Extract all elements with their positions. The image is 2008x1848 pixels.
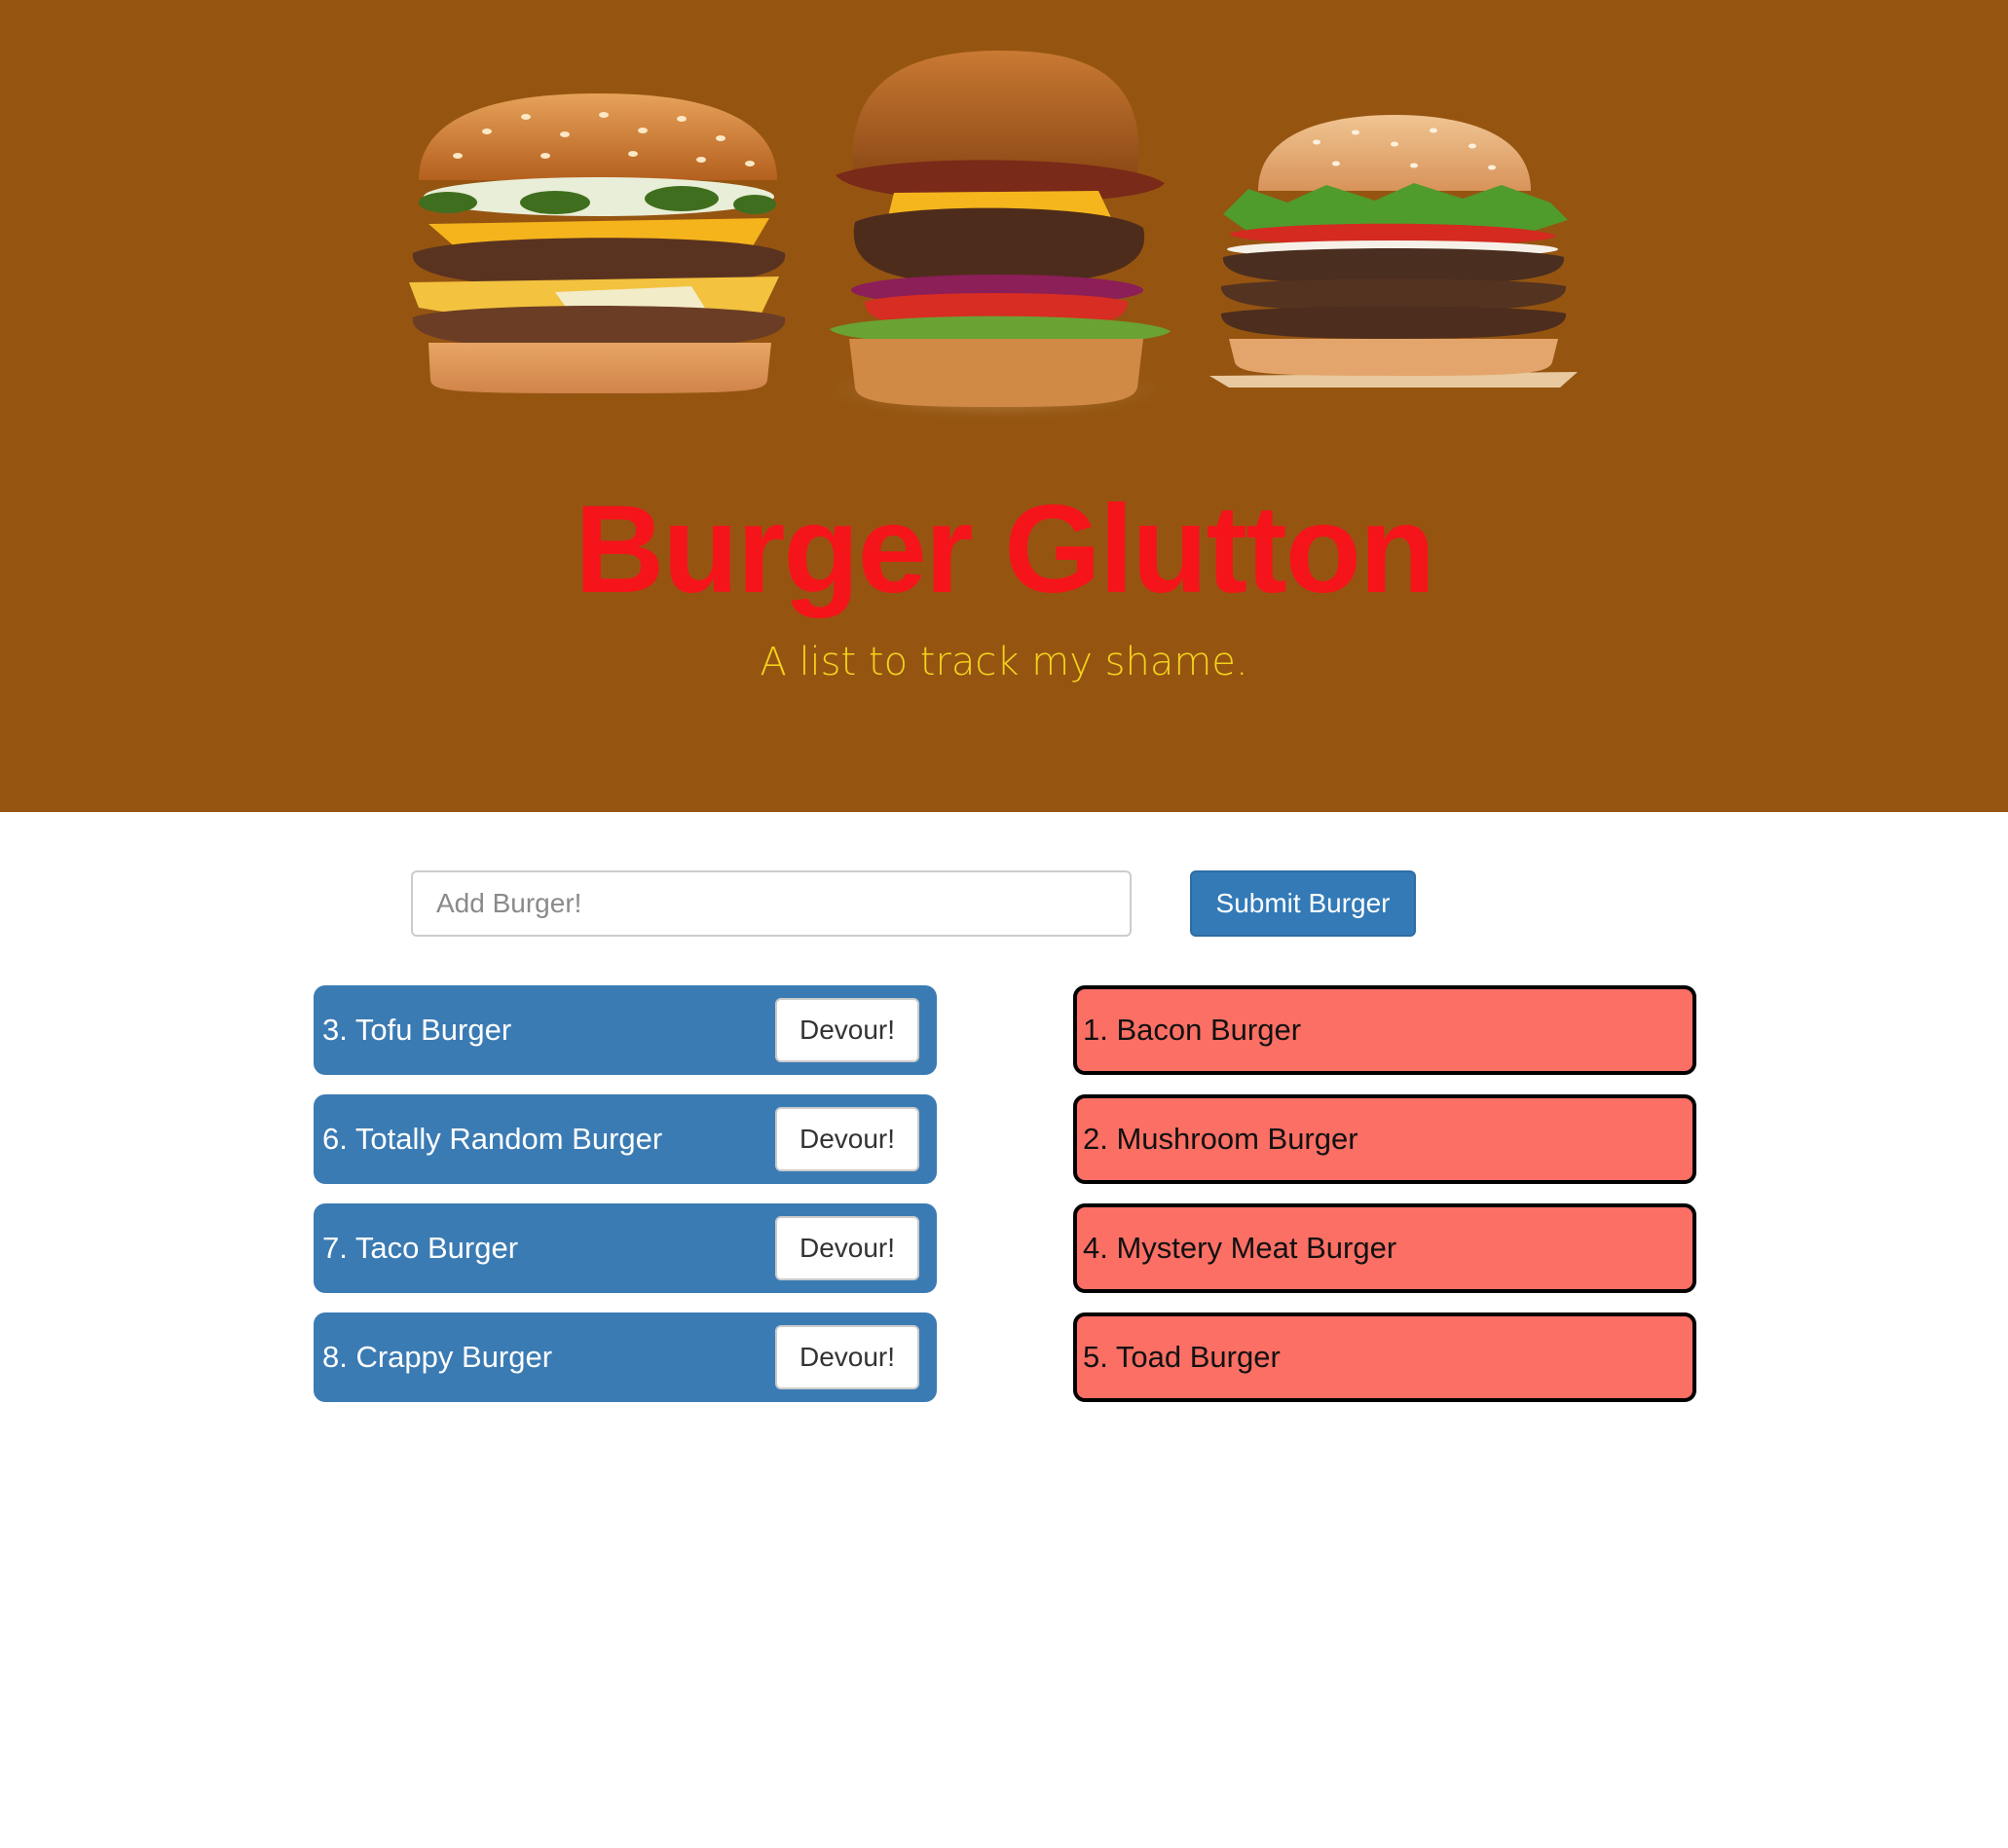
burger-name: 3. Tofu Burger — [322, 1013, 512, 1047]
burger-name: 7. Taco Burger — [322, 1231, 519, 1265]
burger-name: 6. Totally Random Burger — [322, 1122, 663, 1156]
uneaten-burger-list: 3. Tofu Burger Devour! 6. Totally Random… — [314, 985, 937, 1422]
list-item: 1. Bacon Burger — [1073, 985, 1696, 1075]
burger-image-bacon-cheeseburger — [810, 51, 1180, 423]
burger-name: 2. Mushroom Burger — [1083, 1122, 1358, 1156]
list-item: 2. Mushroom Burger — [1073, 1094, 1696, 1184]
list-item: 7. Taco Burger Devour! — [314, 1203, 937, 1293]
burger-name: 1. Bacon Burger — [1083, 1013, 1302, 1047]
burger-image-triple-whopper — [1209, 115, 1578, 388]
list-item: 4. Mystery Meat Burger — [1073, 1203, 1696, 1293]
burger-name: 8. Crappy Burger — [322, 1340, 553, 1374]
devour-button[interactable]: Devour! — [775, 1107, 919, 1171]
list-item: 5. Toad Burger — [1073, 1312, 1696, 1402]
burger-image-double-jalapeno — [409, 93, 786, 393]
devour-button[interactable]: Devour! — [775, 1216, 919, 1280]
burger-name: 4. Mystery Meat Burger — [1083, 1231, 1397, 1265]
add-burger-input[interactable] — [411, 870, 1132, 937]
list-item: 8. Crappy Burger Devour! — [314, 1312, 937, 1402]
page-subtitle: A list to track my shame. — [760, 640, 1248, 684]
devoured-burger-list: 1. Bacon Burger 2. Mushroom Burger 4. My… — [1073, 985, 1696, 1422]
header-jumbotron: Burger Glutton A list to track my shame. — [0, 0, 2008, 812]
list-item: 6. Totally Random Burger Devour! — [314, 1094, 937, 1184]
submit-burger-button[interactable]: Submit Burger — [1190, 870, 1416, 937]
burger-name: 5. Toad Burger — [1083, 1340, 1281, 1374]
devour-button[interactable]: Devour! — [775, 1325, 919, 1389]
devour-button[interactable]: Devour! — [775, 998, 919, 1062]
page-title: Burger Glutton — [574, 480, 1435, 619]
list-item: 3. Tofu Burger Devour! — [314, 985, 937, 1075]
